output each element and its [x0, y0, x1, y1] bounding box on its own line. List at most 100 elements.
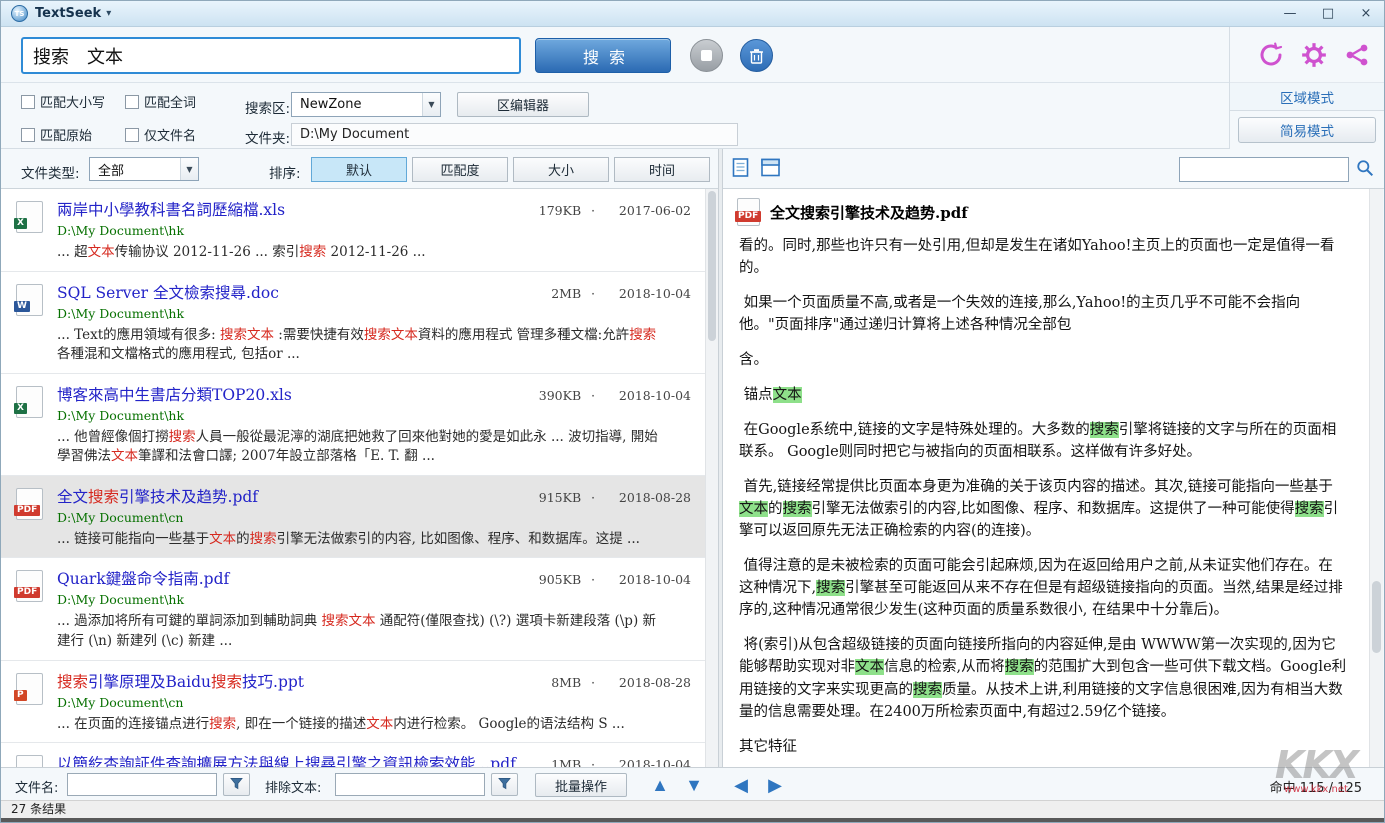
- text-segment: SQL Server 全文檢索搜尋.doc: [57, 284, 279, 302]
- preview-search-input[interactable]: [1179, 157, 1349, 182]
- preview-scrollbar-thumb[interactable]: [1372, 581, 1381, 653]
- preview-layout-icon[interactable]: [761, 158, 780, 181]
- file-type-value: 全部: [98, 160, 124, 179]
- result-title[interactable]: 兩岸中小學教科書名詞歷縮檔.xls: [57, 198, 531, 220]
- result-size: 905KB: [539, 572, 581, 587]
- sort-button-size[interactable]: 大小: [513, 157, 609, 182]
- zone-editor-button[interactable]: 区编辑器: [457, 92, 589, 117]
- sort-button-time[interactable]: 时间: [614, 157, 710, 182]
- left-arrow-icon: ◀: [734, 775, 748, 795]
- preview-doc-icon[interactable]: [732, 158, 749, 181]
- checkbox-match-case[interactable]: 匹配大小写: [21, 92, 125, 111]
- file-icon-label: PDF: [14, 505, 40, 516]
- right-arrow-icon: ▶: [768, 775, 782, 795]
- result-row[interactable]: P搜索引擎原理及Baidu搜索技巧.ppt8MB·2018-08-28D:\My…: [1, 661, 705, 744]
- zone-mode-button[interactable]: 区域模式: [1230, 83, 1384, 111]
- exclude-filter-button[interactable]: [491, 773, 518, 796]
- result-title[interactable]: SQL Server 全文檢索搜尋.doc: [57, 281, 543, 303]
- app-menu-caret-icon[interactable]: ▾: [106, 8, 111, 19]
- magnifier-icon: [1356, 159, 1374, 177]
- checkbox-filename-only[interactable]: 仅文件名: [125, 125, 229, 144]
- result-path: D:\My Document\hk: [57, 306, 691, 321]
- result-title[interactable]: 全文搜索引擎技术及趋势.pdf: [57, 485, 531, 507]
- checkbox-box[interactable]: [21, 128, 35, 142]
- checkbox-box[interactable]: [125, 95, 139, 109]
- result-title-line: Quark鍵盤命令指南.pdf905KB·2018-10-04: [57, 567, 691, 589]
- result-title[interactable]: 以簡紇杏詢証件查詢擴展方法與線上搜尋引擎之資訊檢索效能 ..pdf: [57, 752, 543, 767]
- result-row[interactable]: PDF全文搜索引擎技术及趋势.pdf915KB·2018-08-28D:\My …: [1, 476, 705, 559]
- result-row[interactable]: X兩岸中小學教科書名詞歷縮檔.xls179KB·2017-06-02D:\My …: [1, 189, 705, 272]
- result-title-line: 以簡紇杏詢証件查詢擴展方法與線上搜尋引擎之資訊檢索效能 ..pdf1MB·201…: [57, 752, 691, 767]
- text-segment: 兩岸中小學教科書名詞歷縮檔.xls: [57, 201, 285, 219]
- gear-icon[interactable]: [1299, 40, 1329, 70]
- checkbox-box[interactable]: [125, 128, 139, 142]
- text-segment: 内进行检索。 Google的语法结构 S ...: [393, 716, 624, 732]
- checkbox-box[interactable]: [21, 95, 35, 109]
- search-input[interactable]: [21, 37, 521, 74]
- result-row[interactable]: PDF以簡紇杏詢証件查詢擴展方法與線上搜尋引擎之資訊檢索效能 ..pdf1MB·…: [1, 743, 705, 767]
- file-icon-label: PDF: [735, 211, 761, 222]
- refresh-icon[interactable]: [1256, 40, 1286, 70]
- result-title[interactable]: 博客來高中生書店分類TOP20.xls: [57, 383, 531, 405]
- clear-results-button[interactable]: [740, 39, 773, 72]
- result-size: 179KB: [539, 203, 581, 218]
- highlighted-keyword: 搜索: [250, 531, 277, 547]
- minimize-button[interactable]: —: [1282, 6, 1298, 21]
- results-scrollbar[interactable]: [705, 189, 718, 767]
- sort-button-relevance[interactable]: 匹配度: [412, 157, 508, 182]
- result-title[interactable]: 搜索引擎原理及Baidu搜索技巧.ppt: [57, 670, 543, 692]
- zone-dropdown[interactable]: NewZone ▼: [291, 92, 441, 117]
- checkbox-label: 仅文件名: [144, 125, 196, 144]
- exclude-text-input[interactable]: [335, 773, 485, 796]
- checkbox-match-original[interactable]: 匹配原始: [21, 125, 125, 144]
- result-snippet: ... 過添加将所有可鍵的單詞添加到輔助詞典 搜索文本 通配符(僅限查找) (\…: [57, 612, 691, 651]
- sort-buttons: 默认匹配度大小时间: [311, 157, 710, 182]
- result-snippet: ... 在页面的连接锚点进行搜索, 即在一个链接的描述文本内进行检索。 Goog…: [57, 715, 691, 735]
- sort-button-default[interactable]: 默认: [311, 157, 407, 182]
- folder-field[interactable]: D:\My Document: [291, 123, 738, 146]
- preview-file-title: 全文搜索引擎技术及趋势.pdf: [770, 202, 968, 223]
- prev-hit-button[interactable]: ◀: [727, 771, 755, 798]
- filename-filter-input[interactable]: [67, 773, 217, 796]
- filter-bar: 文件类型: 全部 ▼ 排序: 默认匹配度大小时间: [1, 149, 1384, 189]
- stop-icon: [701, 50, 712, 61]
- stop-button[interactable]: [690, 39, 723, 72]
- text-segment: 的: [236, 531, 250, 547]
- checkbox-match-whole-word[interactable]: 匹配全词: [125, 92, 229, 111]
- filename-filter-button[interactable]: [223, 773, 250, 796]
- result-title-line: 博客來高中生書店分類TOP20.xls390KB·2018-10-04: [57, 383, 691, 405]
- next-hit-button[interactable]: ▶: [761, 771, 789, 798]
- close-button[interactable]: ×: [1358, 6, 1374, 21]
- text-segment: 資料的應用程式 管理多種文檔:允許: [418, 327, 629, 343]
- highlighted-keyword: 搜索: [299, 244, 326, 260]
- separator-dot-icon: ·: [591, 491, 595, 505]
- options-bar: 匹配大小写匹配全词匹配原始仅文件名 搜索区: NewZone ▼ 区编辑器 文件…: [1, 83, 1229, 149]
- text-segment: ... 過添加将所有可鍵的單詞添加到輔助詞典: [57, 613, 321, 629]
- result-title[interactable]: Quark鍵盤命令指南.pdf: [57, 567, 531, 589]
- filename-filter-label: 文件名:: [15, 777, 58, 796]
- preview-scrollbar[interactable]: [1369, 189, 1383, 767]
- preview-search-button[interactable]: [1352, 157, 1377, 182]
- result-row[interactable]: X博客來高中生書店分類TOP20.xls390KB·2018-10-04D:\M…: [1, 374, 705, 476]
- result-snippet: ... 他曾經像個打撈搜索人員一般從最泥濘的湖底把她救了回來他對她的愛是如此永 …: [57, 428, 691, 467]
- file-type-dropdown[interactable]: 全部 ▼: [89, 157, 199, 181]
- dropdown-caret-icon: ▼: [422, 93, 440, 116]
- search-toolbar: 搜索: [1, 27, 1229, 83]
- separator-dot-icon: ·: [591, 204, 595, 218]
- file-icon-label: X: [14, 403, 27, 414]
- highlighted-keyword: 文本: [773, 387, 802, 403]
- share-icon[interactable]: [1342, 40, 1372, 70]
- result-row[interactable]: WSQL Server 全文檢索搜尋.doc2MB·2018-10-04D:\M…: [1, 272, 705, 374]
- result-down-button[interactable]: ▼: [680, 771, 708, 798]
- result-row[interactable]: PDFQuark鍵盤命令指南.pdf905KB·2018-10-04D:\My …: [1, 558, 705, 660]
- text-segment: 引擎无法做索引的内容, 比如图像、程序、和数据库。这提 ...: [277, 531, 640, 547]
- easy-mode-button[interactable]: 简易模式: [1238, 117, 1376, 143]
- result-size: 1MB: [551, 757, 581, 767]
- batch-operations-button[interactable]: 批量操作: [535, 773, 627, 797]
- textseek-window: TS TextSeek ▾ — □ × 搜索: [0, 0, 1385, 823]
- search-button[interactable]: 搜索: [535, 38, 671, 73]
- maximize-button[interactable]: □: [1320, 6, 1336, 21]
- text-segment: 全文: [57, 488, 88, 506]
- result-up-button[interactable]: ▲: [646, 771, 674, 798]
- results-scrollbar-thumb[interactable]: [708, 191, 716, 341]
